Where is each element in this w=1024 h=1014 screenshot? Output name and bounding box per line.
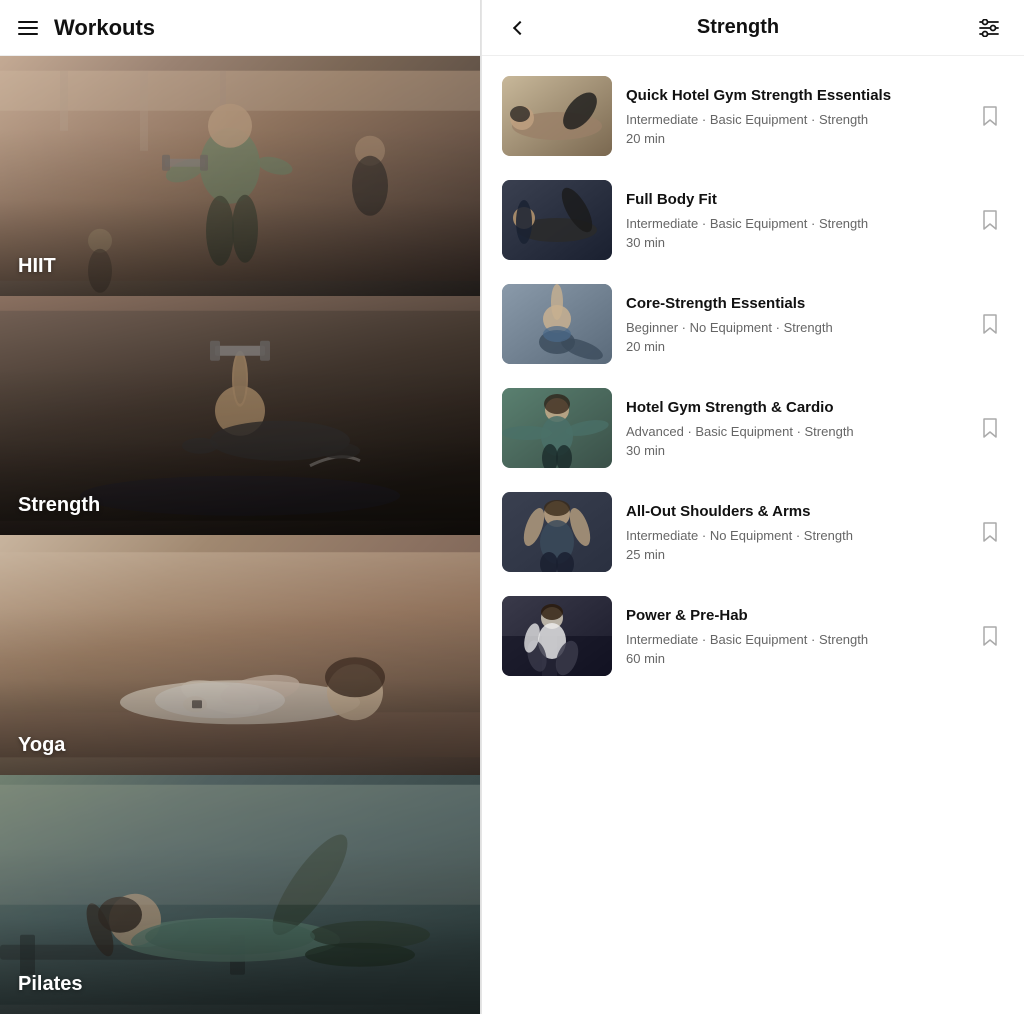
bookmark-icon-1 [982, 105, 998, 127]
filter-icon [978, 19, 1000, 37]
workout-meta-6: Intermediate · Basic Equipment · Strengt… [626, 630, 962, 650]
right-header: Strength [482, 0, 1024, 56]
bookmark-button-6[interactable] [976, 622, 1004, 650]
bookmark-button-2[interactable] [976, 206, 1004, 234]
bookmark-button-3[interactable] [976, 310, 1004, 338]
workout-thumb-1 [502, 76, 612, 156]
workout-item-5[interactable]: All-Out Shoulders & Arms Intermediate · … [482, 480, 1024, 584]
workout-info-2: Full Body Fit Intermediate · Basic Equip… [626, 190, 962, 250]
workout-title-4: Hotel Gym Strength & Cardio [626, 398, 962, 418]
bookmark-icon-4 [982, 417, 998, 439]
workout-item-6[interactable]: Power & Pre-Hab Intermediate · Basic Equ… [482, 584, 1024, 688]
workout-thumb-2 [502, 180, 612, 260]
workout-title-6: Power & Pre-Hab [626, 606, 962, 626]
workout-item-3[interactable]: Core-Strength Essentials Beginner · No E… [482, 272, 1024, 376]
category-label-hiit: HIIT [18, 255, 56, 278]
workout-info-4: Hotel Gym Strength & Cardio Advanced · B… [626, 398, 962, 458]
category-card-pilates[interactable]: Pilates [0, 775, 480, 1014]
category-card-hiit[interactable]: HIIT [0, 56, 480, 296]
card-overlay-yoga [0, 535, 480, 775]
left-header: Workouts [0, 0, 480, 56]
workout-meta-4: Advanced · Basic Equipment · Strength [626, 422, 962, 442]
workout-duration-1: 20 min [626, 131, 962, 146]
bookmark-icon-3 [982, 313, 998, 335]
bookmark-button-4[interactable] [976, 414, 1004, 442]
workout-duration-4: 30 min [626, 443, 962, 458]
workout-meta-1: Intermediate · Basic Equipment · Strengt… [626, 110, 962, 130]
workout-thumb-4 [502, 388, 612, 468]
category-label-pilates: Pilates [18, 973, 82, 996]
workout-item-2[interactable]: Full Body Fit Intermediate · Basic Equip… [482, 168, 1024, 272]
workout-duration-2: 30 min [626, 235, 962, 250]
workout-thumb-5 [502, 492, 612, 572]
category-card-strength[interactable]: Strength [0, 296, 480, 536]
workout-info-5: All-Out Shoulders & Arms Intermediate · … [626, 502, 962, 562]
workout-thumb-3 [502, 284, 612, 364]
detail-title: Strength [502, 16, 974, 39]
filter-button[interactable] [974, 13, 1004, 43]
workout-info-6: Power & Pre-Hab Intermediate · Basic Equ… [626, 606, 962, 666]
workout-title-1: Quick Hotel Gym Strength Essentials [626, 86, 962, 106]
workout-info-3: Core-Strength Essentials Beginner · No E… [626, 294, 962, 354]
bookmark-button-1[interactable] [976, 102, 1004, 130]
workout-item-list: Quick Hotel Gym Strength Essentials Inte… [482, 56, 1024, 1014]
bookmark-icon-5 [982, 521, 998, 543]
menu-icon[interactable] [18, 21, 38, 35]
workout-thumb-6 [502, 596, 612, 676]
workout-title-2: Full Body Fit [626, 190, 962, 210]
category-card-yoga[interactable]: Yoga [0, 535, 480, 775]
workout-duration-5: 25 min [626, 547, 962, 562]
category-label-yoga: Yoga [18, 734, 65, 757]
workout-title-5: All-Out Shoulders & Arms [626, 502, 962, 522]
workout-meta-5: Intermediate · No Equipment · Strength [626, 526, 962, 546]
bookmark-icon-2 [982, 209, 998, 231]
workout-meta-3: Beginner · No Equipment · Strength [626, 318, 962, 338]
category-list: HIIT [0, 56, 480, 1014]
workout-item-4[interactable]: Hotel Gym Strength & Cardio Advanced · B… [482, 376, 1024, 480]
card-overlay-hiit [0, 56, 480, 296]
left-panel: Workouts [0, 0, 480, 1014]
workout-duration-6: 60 min [626, 651, 962, 666]
bookmark-button-5[interactable] [976, 518, 1004, 546]
workout-info-1: Quick Hotel Gym Strength Essentials Inte… [626, 86, 962, 146]
right-panel: Strength [481, 0, 1024, 1014]
page-title: Workouts [54, 15, 155, 41]
workout-duration-3: 20 min [626, 339, 962, 354]
workout-item-1[interactable]: Quick Hotel Gym Strength Essentials Inte… [482, 64, 1024, 168]
workout-title-3: Core-Strength Essentials [626, 294, 962, 314]
bookmark-icon-6 [982, 625, 998, 647]
workout-meta-2: Intermediate · Basic Equipment · Strengt… [626, 214, 962, 234]
category-label-strength: Strength [18, 494, 100, 517]
